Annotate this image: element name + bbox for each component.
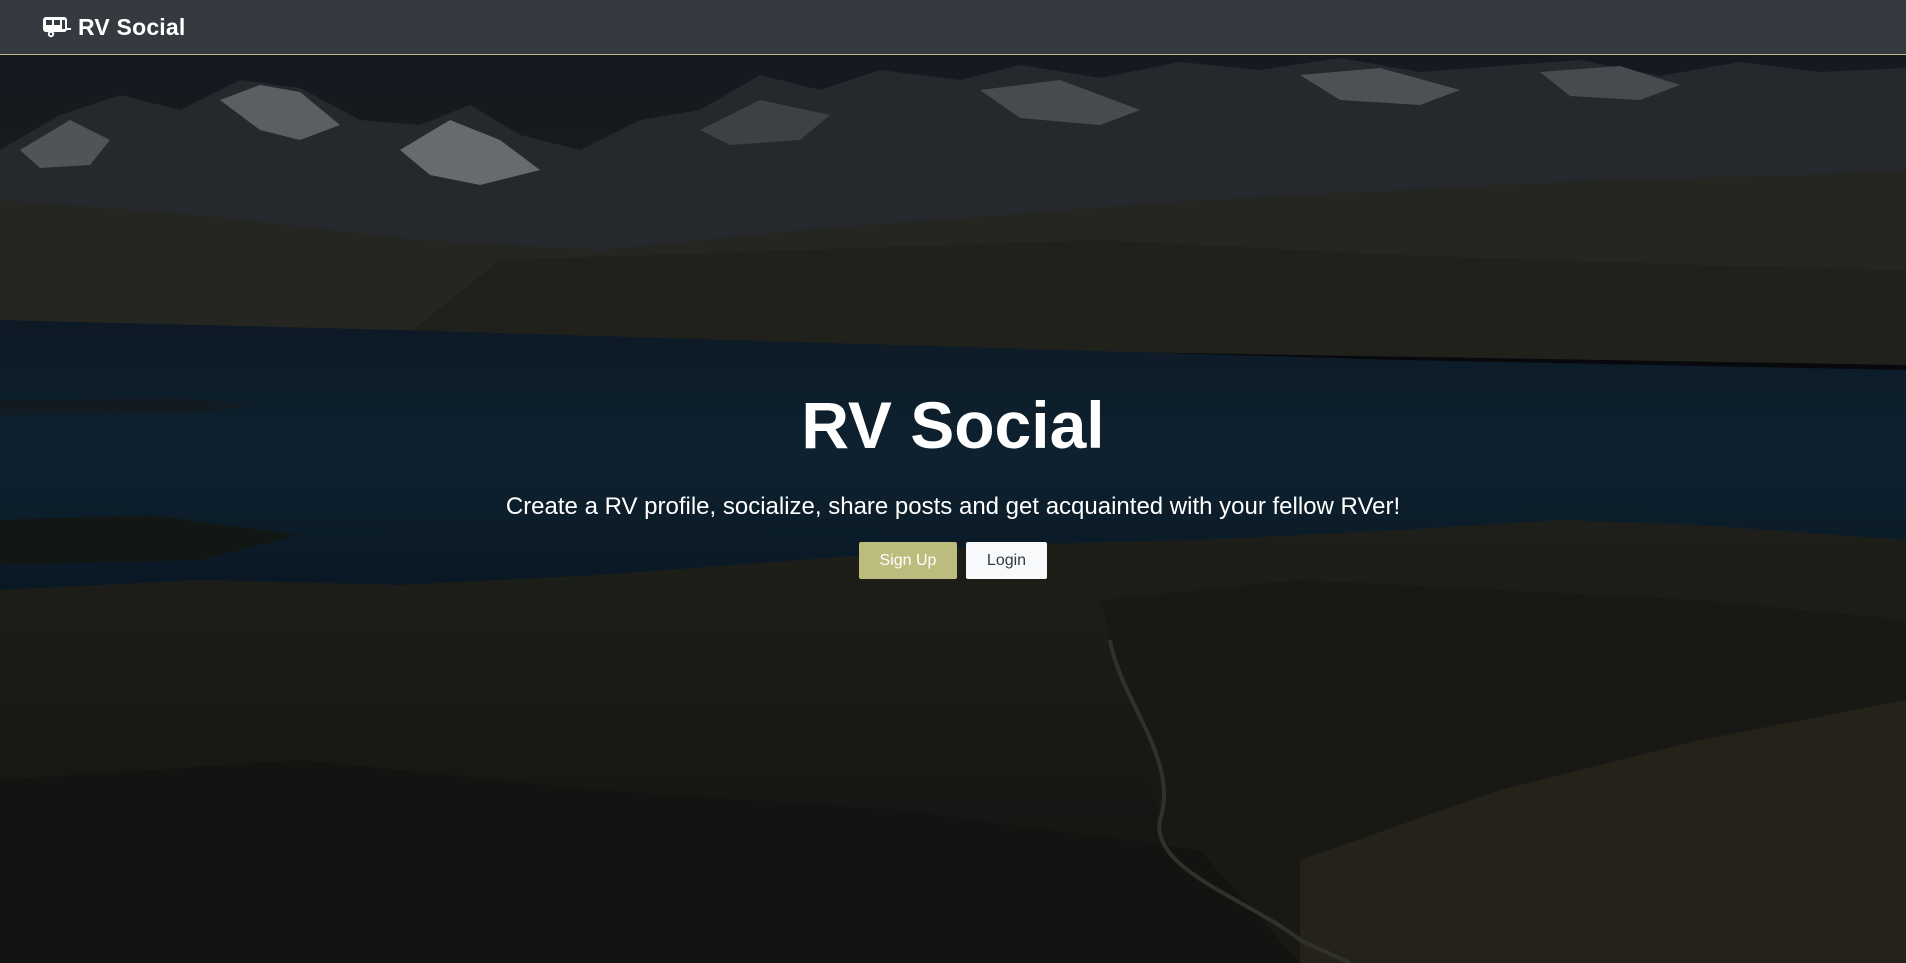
hero-button-group: Sign Up Login xyxy=(0,542,1906,579)
sign-up-button[interactable]: Sign Up xyxy=(859,542,957,579)
brand-text: RV Social xyxy=(78,13,186,40)
login-button[interactable]: Login xyxy=(966,542,1047,579)
brand-link[interactable]: RV Social xyxy=(42,14,185,41)
landing-page: RV Social RV Social Create a RV profile,… xyxy=(0,0,1906,963)
rv-trailer-icon xyxy=(42,15,72,39)
hero-subtitle: Create a RV profile, socialize, share po… xyxy=(505,493,1401,520)
hero-title: RV Social xyxy=(801,388,1105,462)
hero-section: RV Social Create a RV profile, socialize… xyxy=(0,380,1906,579)
top-navbar: RV Social xyxy=(0,0,1906,55)
